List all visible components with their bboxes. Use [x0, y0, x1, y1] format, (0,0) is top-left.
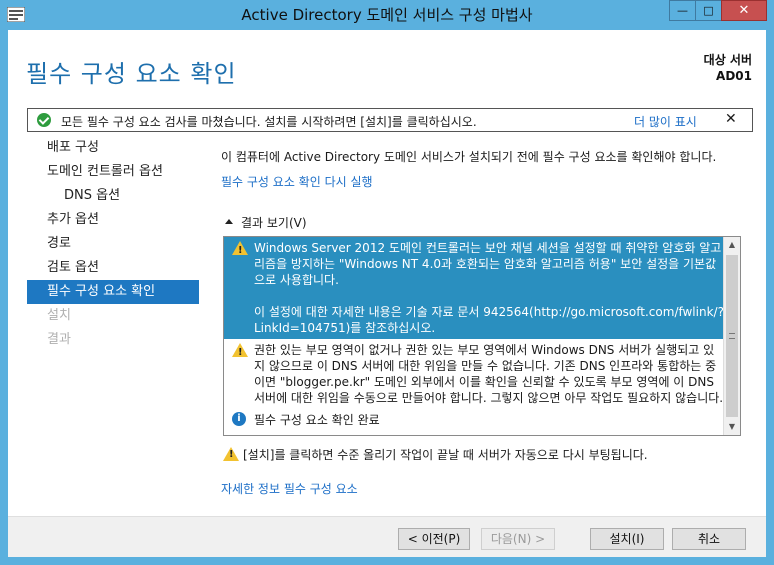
- intro-text: 이 컴퓨터에 Active Directory 도메인 서비스가 설치되기 전에…: [221, 150, 717, 164]
- notice-message: 모든 필수 구성 요소 검사를 마쳤습니다. 설치를 시작하려면 [설치]를 클…: [61, 115, 477, 129]
- nav-item-installation: 설치: [47, 308, 71, 323]
- previous-button[interactable]: < 이전(P): [398, 528, 470, 550]
- reboot-warning-text: [설치]를 클릭하면 수준 올리기 작업이 끝날 때 서버가 자동으로 다시 부…: [243, 448, 648, 462]
- scrollbar-thumb[interactable]: [726, 255, 738, 417]
- wizard-client-area: 필수 구성 요소 확인 대상 서버 AD01 모든 필수 구성 요소 검사를 마…: [8, 30, 766, 557]
- dismiss-notice-icon[interactable]: ✕: [725, 111, 737, 127]
- show-more-link[interactable]: 더 많이 표시: [634, 113, 697, 130]
- page-title: 필수 구성 요소 확인: [26, 60, 237, 88]
- title-bar[interactable]: Active Directory 도메인 서비스 구성 마법사 — □ ✕: [0, 0, 774, 30]
- maximize-button[interactable]: □: [695, 0, 722, 21]
- install-button[interactable]: 설치(I): [590, 528, 664, 550]
- results-list[interactable]: Windows Server 2012 도메인 컨트롤러는 보안 채널 세션을 …: [223, 236, 741, 436]
- chevron-up-icon: [225, 219, 233, 224]
- result-text-detail: 이 설정에 대한 자세한 내용은 기술 자료 문서 942564(http://…: [254, 305, 724, 335]
- nav-item-dc-options[interactable]: 도메인 컨트롤러 옵션: [27, 160, 199, 184]
- result-text: Windows Server 2012 도메인 컨트롤러는 보안 채널 세션을 …: [254, 241, 722, 287]
- prerequisite-notice-bar: 모든 필수 구성 요소 검사를 마쳤습니다. 설치를 시작하려면 [설치]를 클…: [27, 108, 753, 132]
- cancel-button[interactable]: 취소: [672, 528, 746, 550]
- nav-item-deployment-config[interactable]: 배포 구성: [27, 136, 199, 160]
- result-text: 필수 구성 요소 확인 완료: [254, 413, 380, 427]
- nav-item-review-options[interactable]: 검토 옵션: [27, 256, 199, 280]
- view-results-toggle[interactable]: 결과 보기(V): [225, 214, 307, 231]
- window-title: Active Directory 도메인 서비스 구성 마법사: [241, 6, 533, 24]
- nav-item-prerequisites-check[interactable]: 필수 구성 요소 확인: [27, 280, 199, 304]
- list-item[interactable]: 권한 있는 부모 영역이 없거나 권한 있는 부모 영역에서 Windows D…: [224, 339, 740, 409]
- nav-item-paths[interactable]: 경로: [27, 232, 199, 256]
- more-info-link[interactable]: 자세한 정보 필수 구성 요소: [221, 480, 358, 497]
- view-results-label: 결과 보기(V): [241, 216, 307, 230]
- list-item[interactable]: Windows Server 2012 도메인 컨트롤러는 보안 채널 세션을 …: [224, 237, 740, 339]
- warning-icon: [232, 343, 248, 361]
- results-scrollbar[interactable]: ▲ ▼: [723, 237, 740, 435]
- nav-item-dns-options[interactable]: DNS 옵션: [27, 184, 199, 208]
- wizard-steps-nav: 배포 구성 도메인 컨트롤러 옵션 DNS 옵션 추가 옵션 경로 검토 옵션 …: [27, 136, 199, 352]
- warning-icon: [223, 447, 239, 461]
- target-server-name: AD01: [716, 69, 752, 83]
- next-button: 다음(N) >: [481, 528, 555, 550]
- target-server-label: 대상 서버 AD01: [704, 52, 752, 84]
- main-content: 이 컴퓨터에 Active Directory 도메인 서비스가 설치되기 전에…: [221, 148, 751, 230]
- nav-item-results: 결과: [47, 332, 71, 347]
- reboot-warning: [설치]를 클릭하면 수준 올리기 작업이 끝날 때 서버가 자동으로 다시 부…: [221, 446, 648, 463]
- warning-icon: [232, 241, 248, 259]
- scroll-down-icon[interactable]: ▼: [724, 419, 740, 435]
- minimize-button[interactable]: —: [669, 0, 696, 21]
- nav-item-additional-options[interactable]: 추가 옵션: [27, 208, 199, 232]
- wizard-footer: < 이전(P) 다음(N) > 설치(I) 취소: [8, 516, 766, 557]
- grip-icon: [729, 333, 735, 339]
- wizard-window: Active Directory 도메인 서비스 구성 마법사 — □ ✕ 필수…: [0, 0, 774, 565]
- result-text: 권한 있는 부모 영역이 없거나 권한 있는 부모 영역에서 Windows D…: [254, 343, 724, 405]
- rerun-prerequisites-link[interactable]: 필수 구성 요소 확인 다시 실행: [221, 173, 751, 190]
- close-button[interactable]: ✕: [721, 0, 767, 21]
- list-item[interactable]: i 필수 구성 요소 확인 완료: [224, 409, 740, 431]
- info-icon: i: [232, 412, 246, 426]
- scroll-up-icon[interactable]: ▲: [724, 237, 740, 253]
- target-server-caption: 대상 서버: [703, 53, 752, 67]
- success-check-icon: [37, 113, 51, 127]
